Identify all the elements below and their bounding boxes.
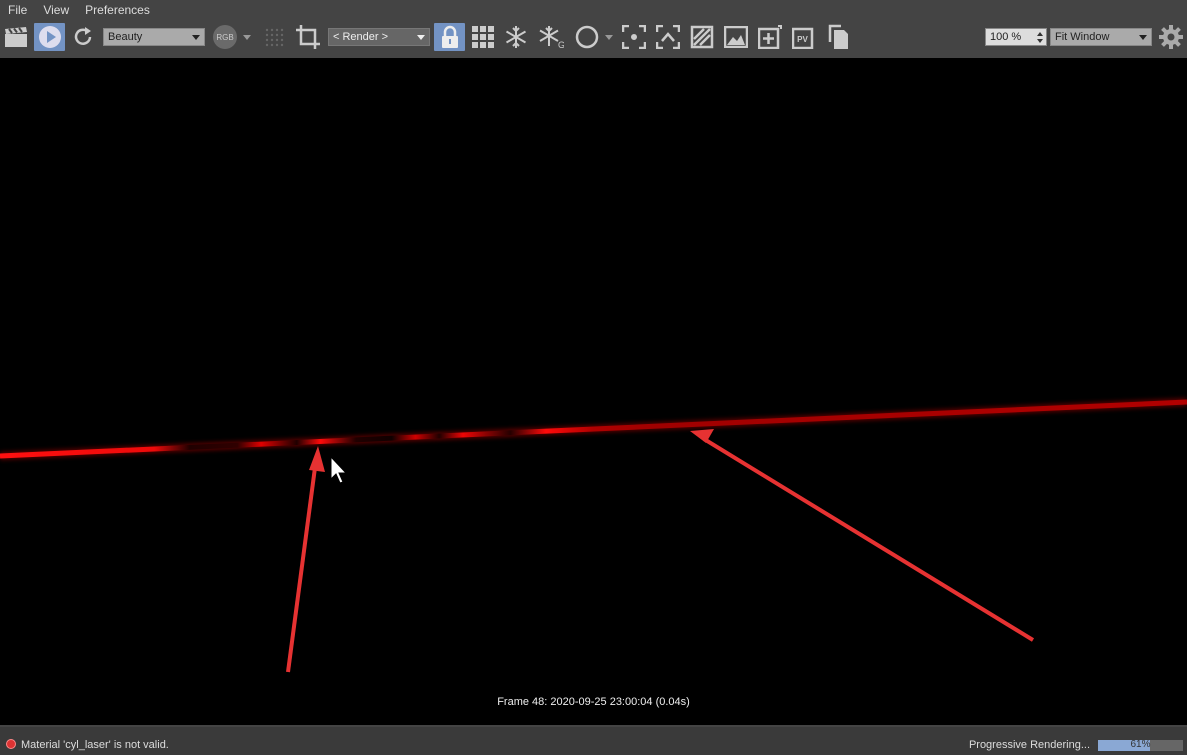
menu-view[interactable]: View <box>35 0 77 20</box>
refresh-icon[interactable] <box>70 23 96 51</box>
fit-select[interactable]: Fit Window <box>1050 28 1152 46</box>
progress-percent: 61% <box>1130 739 1151 750</box>
grid-dots-icon[interactable] <box>262 23 286 51</box>
chevron-down-icon[interactable] <box>240 23 254 51</box>
fit-value: Fit Window <box>1055 31 1110 43</box>
toolbar: Beauty RGB < Render > G PV 100 % Fit Win… <box>0 20 1187 56</box>
image-icon[interactable] <box>723 23 749 51</box>
menu-bar: File View Preferences <box>0 0 1187 20</box>
pv-badge-text: PV <box>797 35 808 44</box>
crop-icon[interactable] <box>294 23 322 51</box>
render-pass-select[interactable]: Beauty <box>103 28 205 46</box>
render-pass-value: Beauty <box>108 31 143 43</box>
compare-icon[interactable] <box>689 23 715 51</box>
render-viewport[interactable]: Frame 48: 2020-09-25 23:00:04 (0.04s) <box>0 58 1187 725</box>
add-image-icon[interactable] <box>757 23 783 51</box>
snowflake-g-icon[interactable]: G <box>537 23 565 51</box>
gear-icon[interactable] <box>1157 23 1185 51</box>
render-image <box>0 398 1187 673</box>
expand-icon[interactable] <box>655 23 681 51</box>
play-icon[interactable] <box>34 23 65 51</box>
lock-icon[interactable] <box>434 23 465 51</box>
region-value: < Render > <box>333 31 389 43</box>
rgb-icon[interactable]: RGB <box>212 23 238 51</box>
menu-preferences[interactable]: Preferences <box>77 0 158 20</box>
grid-icon[interactable] <box>470 23 496 51</box>
annotation-arrow-right <box>690 429 1035 642</box>
chevron-down-icon[interactable] <box>603 23 615 51</box>
cursor-icon <box>330 455 348 484</box>
circle-icon[interactable] <box>573 23 601 51</box>
region-select[interactable]: < Render > <box>328 28 430 46</box>
rgb-badge-text: RGB <box>216 33 233 42</box>
focus-icon[interactable] <box>621 23 647 51</box>
zoom-field[interactable]: 100 % <box>985 28 1047 46</box>
zoom-down-icon[interactable] <box>1037 39 1043 43</box>
snowflake-icon[interactable] <box>503 23 529 51</box>
svg-text:G: G <box>558 40 564 49</box>
annotation-arrow-left <box>286 446 325 673</box>
pv-icon[interactable]: PV <box>791 23 817 51</box>
zoom-value: 100 % <box>990 31 1022 43</box>
progress-bar: 61% <box>1098 739 1183 751</box>
status-message: Material 'cyl_laser' is not valid. <box>21 739 169 751</box>
laser-beam <box>0 399 1187 459</box>
progress-label: Progressive Rendering... <box>968 739 1090 751</box>
menu-file[interactable]: File <box>0 0 35 20</box>
frame-info: Frame 48: 2020-09-25 23:00:04 (0.04s) <box>497 696 690 708</box>
zoom-up-icon[interactable] <box>1037 32 1043 36</box>
error-icon <box>6 739 16 749</box>
copy-icon[interactable] <box>825 23 851 51</box>
clapper-icon[interactable] <box>3 23 29 51</box>
